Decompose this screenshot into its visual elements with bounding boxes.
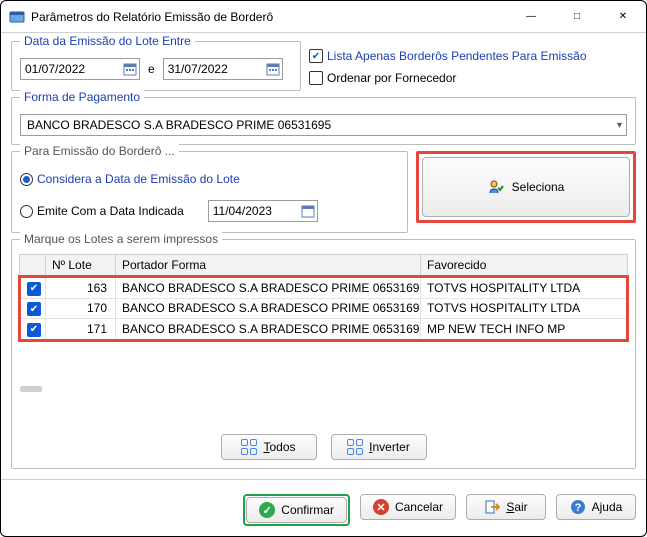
options-col: Lista Apenas Borderôs Pendentes Para Emi… [309, 41, 636, 87]
cell-lote: 163 [46, 277, 116, 299]
confirm-label: Confirmar [281, 503, 334, 517]
date-to-value: 31/07/2022 [168, 62, 228, 76]
col-favorecido[interactable]: Favorecido [421, 255, 628, 277]
window-title: Parâmetros do Relatório Emissão de Borde… [31, 10, 508, 24]
table-row[interactable]: 170BANCO BRADESCO S.A BRADESCO PRIME 065… [20, 298, 628, 319]
close-button[interactable]: ✕ [600, 1, 646, 33]
select-all-label-rest: odos [269, 440, 295, 454]
grid-footer-buttons: Todos Inverter [18, 428, 629, 462]
radio-icon [20, 205, 33, 218]
cell-portador: BANCO BRADESCO S.A BRADESCO PRIME 065316… [116, 298, 421, 319]
date-separator: e [148, 62, 155, 76]
maximize-button[interactable]: □ [554, 1, 600, 33]
radio-considers-label: Considera a Data de Emissão do Lote [37, 172, 240, 186]
table-row[interactable]: 171BANCO BRADESCO S.A BRADESCO PRIME 065… [20, 319, 628, 341]
payment-method-group: Forma de Pagamento BANCO BRADESCO S.A BR… [11, 97, 636, 145]
confirm-button[interactable]: ✓ Confirmar [246, 497, 347, 523]
invert-selection-button[interactable]: Inverter [331, 434, 427, 460]
lots-table: Nº Lote Portador Forma Favorecido 163BAN… [18, 254, 629, 342]
calendar-icon[interactable] [123, 62, 137, 76]
emit-date-input[interactable]: 11/04/2023 [208, 200, 318, 222]
table-row[interactable]: 163BANCO BRADESCO S.A BRADESCO PRIME 065… [20, 277, 628, 299]
select-button-label: Seleciona [512, 180, 565, 194]
help-button[interactable]: ? Ajuda [556, 494, 636, 520]
calendar-icon[interactable] [266, 62, 280, 76]
cell-favorecido: TOTVS HOSPITALITY LTDA [421, 277, 628, 299]
row-checkbox[interactable] [27, 323, 41, 337]
checkbox-icon [309, 71, 323, 85]
chevron-down-icon: ▾ [617, 120, 622, 131]
row-checkbox[interactable] [27, 282, 41, 296]
x-circle-icon: ✕ [373, 499, 389, 515]
col-check[interactable] [20, 255, 46, 277]
bordero-report-params-window: Parâmetros do Relatório Emissão de Borde… [0, 0, 647, 537]
check-circle-icon: ✓ [259, 502, 275, 518]
lots-grid[interactable]: Nº Lote Portador Forma Favorecido 163BAN… [18, 254, 629, 428]
lots-header-row: Nº Lote Portador Forma Favorecido [20, 255, 628, 277]
dialog-buttons: ✓ Confirmar ✕ Cancelar Sair ? Ajuda [11, 492, 636, 526]
select-button-highlight: Seleciona [416, 151, 636, 223]
grid-icon [241, 439, 257, 455]
invert-label-rest: nverter [372, 440, 409, 454]
exit-icon [484, 499, 500, 515]
radio-icon [20, 173, 33, 186]
cancel-button[interactable]: ✕ Cancelar [360, 494, 456, 520]
exit-label-rest: air [514, 500, 527, 514]
radio-emit-label: Emite Com a Data Indicada [37, 204, 184, 218]
top-row: Data da Emissão do Lote Entre 01/07/2022… [11, 41, 636, 91]
cell-lote: 170 [46, 298, 116, 319]
calendar-icon[interactable] [301, 204, 315, 218]
exit-button[interactable]: Sair [466, 494, 546, 520]
emission-group: Para Emissão do Borderô ... Considera a … [11, 151, 408, 233]
cell-lote: 171 [46, 319, 116, 341]
col-portador[interactable]: Portador Forma [116, 255, 421, 277]
lots-table-group: Marque os Lotes a serem impressos Nº Lot… [11, 239, 636, 469]
emission-row: Para Emissão do Borderô ... Considera a … [11, 151, 636, 233]
footer-divider [1, 479, 646, 480]
col-lote[interactable]: Nº Lote [46, 255, 116, 277]
order-by-supplier-checkbox[interactable]: Ordenar por Fornecedor [309, 69, 636, 87]
titlebar: Parâmetros do Relatório Emissão de Borde… [1, 1, 646, 33]
select-button[interactable]: Seleciona [422, 157, 630, 217]
cancel-label: Cancelar [395, 500, 443, 514]
cell-favorecido: TOTVS HOSPITALITY LTDA [421, 298, 628, 319]
cell-portador: BANCO BRADESCO S.A BRADESCO PRIME 065316… [116, 319, 421, 341]
date-range-group: Data da Emissão do Lote Entre 01/07/2022… [11, 41, 301, 91]
select-person-icon [488, 179, 504, 195]
emission-legend: Para Emissão do Borderô ... [20, 144, 179, 158]
date-range-legend: Data da Emissão do Lote Entre [20, 34, 195, 48]
help-icon: ? [570, 499, 586, 515]
pending-only-label: Lista Apenas Borderôs Pendentes Para Emi… [327, 49, 587, 63]
pending-only-checkbox[interactable]: Lista Apenas Borderôs Pendentes Para Emi… [309, 47, 636, 65]
cell-portador: BANCO BRADESCO S.A BRADESCO PRIME 065316… [116, 277, 421, 299]
row-checkbox[interactable] [27, 302, 41, 316]
select-all-button[interactable]: Todos [221, 434, 317, 460]
svg-text:?: ? [574, 502, 581, 514]
cell-favorecido: MP NEW TECH INFO MP [421, 319, 628, 341]
lots-table-legend: Marque os Lotes a serem impressos [20, 232, 222, 246]
radio-emit-with-date[interactable]: Emite Com a Data Indicada 11/04/2023 [20, 202, 399, 220]
date-from-input[interactable]: 01/07/2022 [20, 58, 140, 80]
payment-method-value: BANCO BRADESCO S.A BRADESCO PRIME 065316… [27, 118, 331, 132]
grid-resize-grip[interactable] [20, 386, 42, 392]
confirm-highlight: ✓ Confirmar [243, 494, 350, 526]
client-area: Data da Emissão do Lote Entre 01/07/2022… [1, 33, 646, 536]
payment-method-select[interactable]: BANCO BRADESCO S.A BRADESCO PRIME 065316… [20, 114, 627, 136]
date-from-value: 01/07/2022 [25, 62, 85, 76]
grid-icon [347, 439, 363, 455]
app-icon [9, 9, 25, 25]
date-to-input[interactable]: 31/07/2022 [163, 58, 283, 80]
minimize-button[interactable]: — [508, 1, 554, 33]
radio-considers-lot-date[interactable]: Considera a Data de Emissão do Lote [20, 170, 399, 188]
help-label: Ajuda [592, 500, 623, 514]
checkbox-icon [309, 49, 323, 63]
emit-date-value: 11/04/2023 [213, 204, 272, 218]
payment-method-legend: Forma de Pagamento [20, 90, 144, 104]
order-by-supplier-label: Ordenar por Fornecedor [327, 71, 456, 85]
